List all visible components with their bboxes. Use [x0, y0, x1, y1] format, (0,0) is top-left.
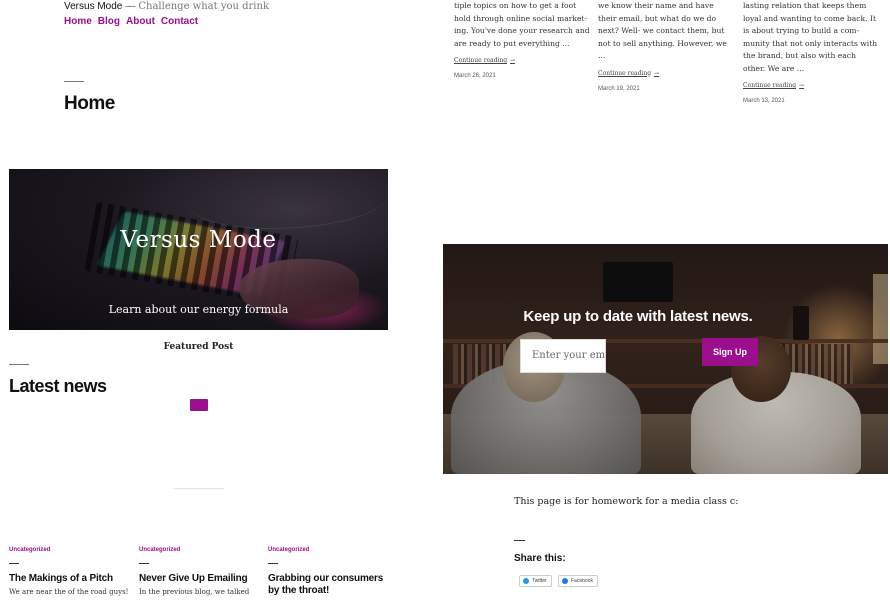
site-header: Versus Mode — Challenge what you drink Hom…: [64, 0, 269, 27]
news-card: Uncategorized Never Give Up Emailing In …: [139, 547, 257, 596]
post-title-link[interactable]: Never Give Up Emailing: [139, 573, 257, 585]
facebook-icon: [562, 578, 568, 584]
excerpt-line: not to sell anything. However, we: [598, 38, 727, 48]
banner-overlay: [443, 244, 888, 474]
excerpt-line: munity that not only interacts with: [743, 38, 878, 48]
continue-reading-link[interactable]: Continue reading →: [454, 57, 594, 64]
nav-item-contact[interactable]: Contact: [161, 16, 198, 27]
category-link[interactable]: Uncategorized: [9, 547, 127, 553]
post-summary: lasting relation that keeps them loyal a…: [743, 0, 883, 104]
site-branding: Versus Mode — Challenge what you drink: [64, 0, 269, 13]
excerpt-line: we know their name and have: [598, 1, 714, 10]
news-card: Uncategorized Grabbing our consumers by …: [268, 547, 386, 597]
post-excerpt: We are near the of the road guys!: [9, 588, 129, 596]
post-title-link[interactable]: Grabbing our consumers by the throat!: [268, 573, 386, 597]
post-excerpt: lasting relation that keeps them loyal a…: [743, 0, 883, 75]
twitter-icon: [523, 578, 529, 584]
site-tagline: Challenge what you drink: [138, 1, 270, 12]
post-summary: tiple topics on how to get a foot hold t…: [454, 0, 594, 79]
card-divider: [139, 563, 149, 564]
post-excerpt: we know their name and have their email,…: [598, 0, 738, 63]
share-heading: Share this:: [514, 553, 566, 564]
hero-title: Versus Mode: [120, 227, 277, 253]
share-twitter-button[interactable]: Twitter: [519, 575, 552, 587]
card-divider: [9, 563, 19, 564]
title-separator: —: [125, 1, 136, 12]
continue-reading-label: Continue reading: [598, 69, 652, 77]
nav-item-home[interactable]: Home: [64, 16, 92, 27]
news-card: Uncategorized The Makings of a Pitch We …: [9, 547, 129, 596]
share-button-label: Facebook: [571, 578, 593, 584]
arrow-icon: →: [654, 69, 660, 77]
share-button-label: Twitter: [532, 578, 547, 584]
section-divider: [9, 364, 29, 365]
category-link[interactable]: Uncategorized: [268, 547, 386, 553]
primary-navigation: Home Blog About Contact: [64, 16, 269, 27]
excerpt-line: is about trying to build a com-: [743, 26, 860, 35]
nav-item-blog[interactable]: Blog: [98, 16, 120, 27]
excerpt-line: ing. You've done your research and: [454, 26, 590, 35]
hero-subtitle: Learn about our energy formula: [108, 303, 289, 316]
excerpt-line: are ready to put everything ...: [454, 38, 570, 48]
excerpt-line: tiple topics on how to get a foot: [454, 1, 577, 10]
continue-reading-label: Continue reading: [743, 82, 797, 89]
post-date: March 19, 2021: [598, 85, 640, 92]
post-summary: we know their name and have their email,…: [598, 0, 738, 92]
post-excerpt: tiple topics on how to get a foot hold t…: [454, 0, 594, 50]
share-divider: [514, 540, 525, 541]
cable-decoration: [189, 169, 388, 229]
arrow-icon: →: [799, 82, 805, 89]
excerpt-line: loyal and wanting to come back. It: [743, 13, 877, 23]
category-link[interactable]: Uncategorized: [139, 547, 257, 553]
post-title-link[interactable]: The Makings of a Pitch: [9, 573, 127, 585]
excerpt-line: next? Well- we contact them, but: [598, 26, 725, 35]
excerpt-line: the brand, but also with each: [743, 51, 856, 60]
arrow-icon: →: [510, 57, 516, 64]
post-date: March 26, 2021: [454, 73, 496, 79]
excerpt-line: their email, but what do we do: [598, 13, 717, 23]
sign-up-button[interactable]: Sign Up: [702, 338, 758, 366]
latest-news-heading: Latest news: [9, 376, 107, 396]
continue-reading-link[interactable]: Continue reading →: [743, 82, 883, 89]
continue-reading-link[interactable]: Continue reading →: [598, 70, 738, 77]
post-date: March 13, 2021: [743, 98, 785, 104]
title-divider: [64, 81, 84, 82]
page-content-text: This page is for homework for a media cl…: [514, 496, 739, 507]
post-excerpt: In the previous blog, we talked: [139, 588, 250, 596]
card-divider: [268, 563, 278, 564]
hero-cover[interactable]: Versus Mode Learn about our energy formu…: [9, 169, 388, 330]
newsletter-cover: Keep up to date with latest news. Enter …: [443, 244, 888, 474]
separator: [174, 488, 224, 489]
share-facebook-button[interactable]: Facebook: [558, 575, 598, 587]
continue-reading-label: Continue reading: [454, 57, 508, 64]
excerpt-line: hold through online social market-: [454, 13, 588, 23]
excerpt-line: lasting relation that keeps them: [743, 1, 867, 10]
featured-post-caption: Featured Post: [163, 342, 234, 352]
accent-button[interactable]: [190, 399, 208, 411]
site-title-link[interactable]: Versus Mode: [64, 1, 122, 12]
nav-item-about[interactable]: About: [126, 16, 155, 27]
page-title: Home: [64, 93, 115, 114]
email-field[interactable]: Enter your email: [520, 339, 606, 373]
excerpt-line: ...: [598, 51, 606, 60]
newsletter-heading: Keep up to date with latest news.: [523, 308, 753, 325]
excerpt-line: other. We are ...: [743, 63, 805, 73]
